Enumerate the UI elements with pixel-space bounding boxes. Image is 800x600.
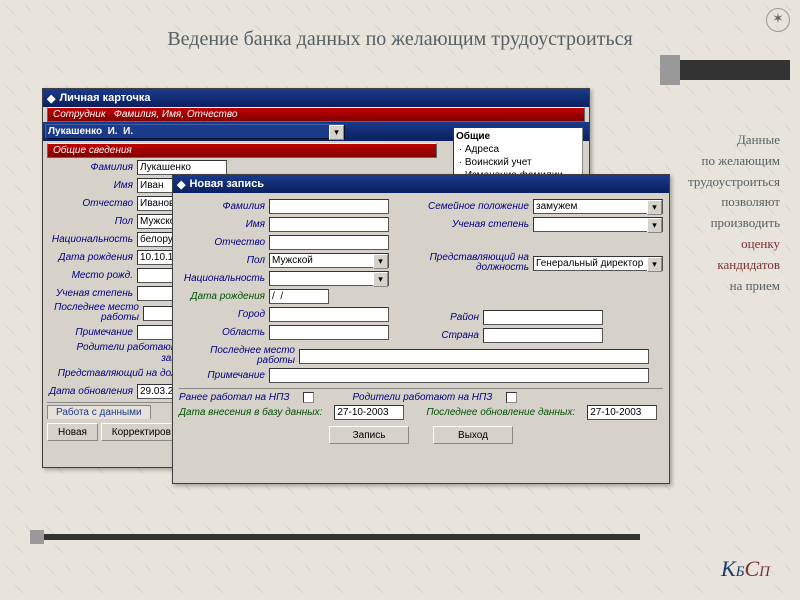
employee-name-input[interactable] xyxy=(45,124,345,139)
window-title: Личная карточка xyxy=(59,92,150,104)
w2-region-input[interactable] xyxy=(269,325,389,340)
page-title: Ведение банка данных по желающим трудоус… xyxy=(0,28,800,51)
title-bar[interactable]: ◆ Новая запись xyxy=(173,175,669,193)
prev-npz-label: Ранее работал на НПЗ xyxy=(179,392,293,403)
tab-data[interactable]: Работа с данными xyxy=(47,405,151,419)
w2-dob-input[interactable] xyxy=(269,289,329,304)
w2-district-input[interactable] xyxy=(483,310,603,325)
surname-input[interactable] xyxy=(137,160,227,175)
prev-npz-checkbox[interactable] xyxy=(303,392,314,403)
side-text: Данные по желающим трудоустроиться позво… xyxy=(660,130,780,296)
w2-country-input[interactable] xyxy=(483,328,603,343)
new-button[interactable]: Новая xyxy=(47,423,98,441)
w2-representing-select[interactable] xyxy=(533,256,663,271)
w2-last-job-input[interactable] xyxy=(299,349,649,364)
decoration-top xyxy=(670,60,790,80)
exit-button[interactable]: Выход xyxy=(433,426,513,444)
title-bar[interactable]: ◆ Личная карточка xyxy=(43,89,589,107)
app-icon: ◆ xyxy=(177,178,185,191)
w2-note-input[interactable] xyxy=(269,368,649,383)
w2-name-input[interactable] xyxy=(269,217,389,232)
edit-button[interactable]: Корректиров xyxy=(101,423,182,441)
save-button[interactable]: Запись xyxy=(329,426,409,444)
w2-city-input[interactable] xyxy=(269,307,389,322)
footer-logo: КБСП xyxy=(721,556,770,582)
app-icon: ◆ xyxy=(47,92,55,105)
date-in-input[interactable] xyxy=(334,405,404,420)
w2-degree-select[interactable] xyxy=(533,217,663,232)
w2-nationality-select[interactable] xyxy=(269,271,389,286)
parents-npz-checkbox[interactable] xyxy=(506,392,517,403)
date-upd-input[interactable] xyxy=(587,405,657,420)
window-new-record: ◆ Новая запись Фамилия Имя Отчество Пол … xyxy=(172,174,670,484)
parents-npz-label: Родители работают на НПЗ xyxy=(352,392,496,403)
section-employee: Сотрудник Фамилия, Имя, Отчество xyxy=(47,107,585,122)
w2-surname-input[interactable] xyxy=(269,199,389,214)
w2-sex-select[interactable] xyxy=(269,253,389,268)
section-general: Общие сведения xyxy=(47,143,437,158)
corner-logo: ✶ xyxy=(766,8,790,32)
w2-patronymic-input[interactable] xyxy=(269,235,389,250)
decoration-bottom xyxy=(40,534,640,540)
w2-marital-select[interactable] xyxy=(533,199,663,214)
window-title: Новая запись xyxy=(189,178,264,190)
